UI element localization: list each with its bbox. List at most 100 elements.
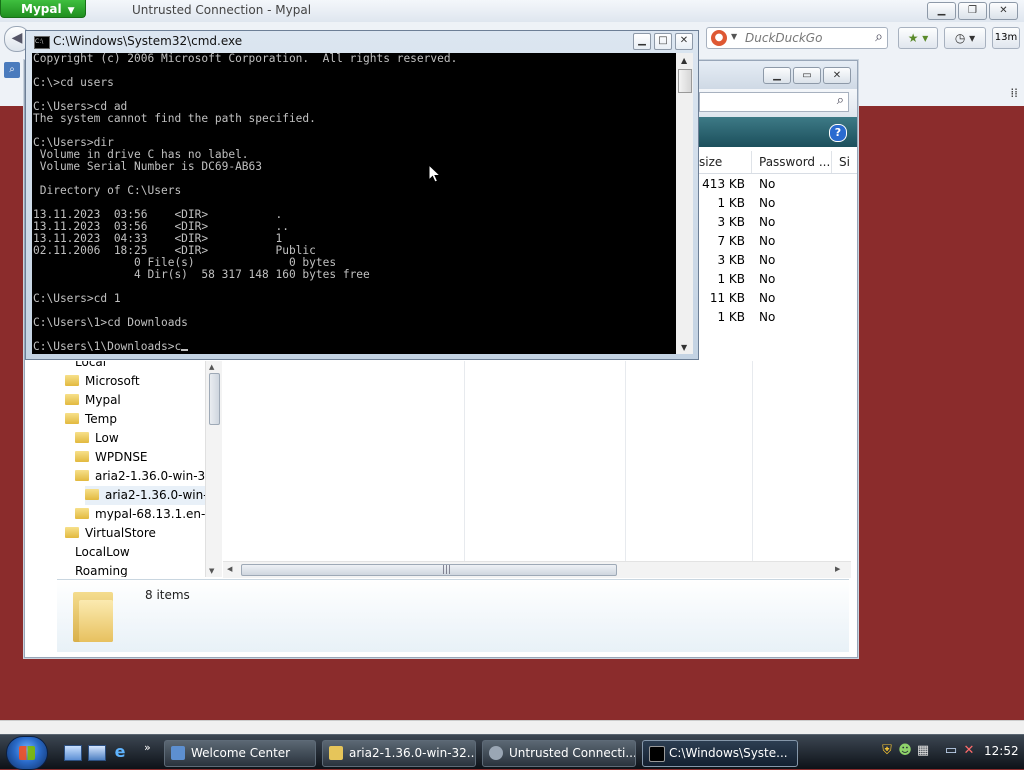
search-icon[interactable]: ⌕ [875, 29, 883, 45]
window-icon [171, 746, 185, 760]
internet-explorer-icon[interactable]: e [112, 744, 128, 760]
cmd-icon [649, 746, 665, 762]
help-icon[interactable]: ? [829, 124, 847, 142]
folder-icon [329, 746, 343, 760]
cmd-window-controls: ▁ □ ✕ [633, 33, 693, 50]
text-cursor [181, 349, 189, 351]
minimize-button[interactable]: ▁ [763, 67, 791, 84]
scroll-left-icon[interactable]: ◀ [227, 565, 232, 573]
grid-icon[interactable]: ⁞⁞ [1010, 86, 1018, 100]
history-button[interactable]: ◷ ▾ [944, 27, 986, 49]
nav-label: Local [75, 361, 107, 369]
column-size[interactable]: size [699, 155, 722, 169]
close-button[interactable]: ✕ [989, 2, 1018, 20]
scrollbar-thumb[interactable] [209, 373, 220, 425]
file-password: No [759, 196, 776, 210]
details-pane: 8 items [57, 579, 849, 652]
close-button[interactable]: ✕ [823, 67, 851, 84]
nav-item-microsoft[interactable]: Microsoft [65, 372, 140, 391]
show-desktop-icon[interactable] [64, 745, 82, 761]
clock[interactable]: 12:52 [984, 744, 1019, 758]
nav-item-local[interactable]: Local [75, 361, 106, 372]
nav-label: Low [95, 431, 119, 445]
file-password: No [759, 234, 776, 248]
task-mypal[interactable]: Untrusted Connecti... [482, 740, 636, 767]
bookmarks-button[interactable]: ★ ▾ [898, 27, 938, 49]
cmd-scrollbar[interactable]: ▲ ▼ [676, 53, 693, 354]
network-icon[interactable]: ▦ [916, 744, 930, 758]
nav-item-roaming[interactable]: Roaming [75, 562, 128, 577]
minimize-button[interactable]: ▁ [927, 2, 956, 20]
nav-item-mypal-installer[interactable]: mypal-68.13.1.en-US [75, 505, 205, 524]
scrollbar-thumb[interactable] [678, 69, 692, 93]
column-separator[interactable] [751, 151, 752, 173]
column-password[interactable]: Password ... [759, 155, 830, 169]
nav-item-low[interactable]: Low [75, 429, 119, 448]
quick-launch-more[interactable]: » [144, 741, 151, 755]
nav-item-temp[interactable]: Temp [65, 410, 117, 429]
shield-icon[interactable]: ⛨ [880, 744, 894, 758]
console-output: Copyright (c) 2006 Microsoft Corporation… [33, 53, 457, 353]
scroll-up-icon[interactable]: ▲ [209, 363, 214, 371]
folder-icon [65, 375, 79, 386]
nav-item-virtualstore[interactable]: VirtualStore [65, 524, 156, 543]
switch-windows-icon[interactable] [88, 745, 106, 761]
task-label: aria2-1.36.0-win-32... [349, 746, 476, 760]
start-button[interactable] [6, 736, 48, 770]
task-cmd[interactable]: C:\Windows\Syste... [642, 740, 798, 767]
column-gridline [752, 361, 753, 561]
duckduckgo-icon[interactable]: ● [711, 30, 727, 46]
maximize-button[interactable]: □ [654, 33, 672, 50]
browser-window-controls: ▁ ❐ ✕ [927, 2, 1018, 20]
column-si[interactable]: Si [839, 155, 850, 169]
column-separator[interactable] [831, 151, 832, 173]
cmd-window: C:\ C:\Windows\System32\cmd.exe ▁ □ ✕ Co… [25, 30, 699, 360]
task-aria2-folder[interactable]: aria2-1.36.0-win-32... [322, 740, 476, 767]
scroll-down-icon[interactable]: ▼ [209, 567, 214, 575]
folder-icon [65, 394, 79, 405]
cmd-console[interactable]: Copyright (c) 2006 Microsoft Corporation… [32, 53, 676, 354]
task-welcome-center[interactable]: Welcome Center [164, 740, 316, 767]
nav-label: Microsoft [85, 374, 140, 388]
nav-label: LocalLow [75, 545, 130, 559]
explorer-search-input[interactable]: ⌕ [699, 92, 849, 112]
scroll-up-icon[interactable]: ▲ [681, 56, 687, 65]
windows-logo-icon [19, 746, 35, 760]
cmd-icon[interactable]: C:\ [34, 36, 50, 49]
users-icon[interactable]: ☻ [898, 744, 912, 758]
search-engine-box[interactable]: ● ▼ DuckDuckGo ⌕ [706, 27, 888, 49]
search-icon[interactable]: ⌕ [837, 93, 844, 108]
nav-scrollbar[interactable]: ▲ ▼ [205, 361, 222, 577]
scrollbar-thumb[interactable]: ||| [241, 564, 617, 576]
close-button[interactable]: ✕ [675, 33, 693, 50]
volume-muted-icon[interactable]: ✕ [962, 744, 976, 758]
console-text: Copyright (c) 2006 Microsoft Corporation… [33, 53, 458, 353]
nav-item-aria2-32b[interactable]: aria2-1.36.0-win-32b [75, 467, 205, 486]
file-password: No [759, 272, 776, 286]
task-label: Untrusted Connecti... [509, 746, 636, 760]
nav-item-locallow[interactable]: LocalLow [75, 543, 130, 562]
scroll-right-icon[interactable]: ▶ [835, 565, 840, 573]
maximize-button[interactable]: ▭ [793, 67, 821, 84]
nav-item-mypal[interactable]: Mypal [65, 391, 121, 410]
taskbar: e » Welcome Center aria2-1.36.0-win-32..… [0, 734, 1024, 770]
restore-button[interactable]: ❐ [958, 2, 987, 20]
time-button[interactable]: 13m [992, 27, 1020, 49]
folder-icon [85, 489, 99, 500]
folder-icon [73, 586, 113, 642]
cmd-titlebar[interactable]: C:\ C:\Windows\System32\cmd.exe ▁ □ ✕ [26, 31, 698, 53]
horizontal-scrollbar[interactable]: ◀ ||| ▶ [223, 561, 851, 578]
nav-label: Roaming [75, 564, 128, 577]
monitor-icon[interactable]: ▭ [944, 744, 958, 758]
app-menu-button[interactable]: Mypal ▼ [0, 0, 86, 18]
nav-item-wpdnse[interactable]: WPDNSE [75, 448, 148, 467]
nav-item-aria2-32[interactable]: aria2-1.36.0-win-32 [85, 486, 205, 505]
chevron-down-icon[interactable]: ▼ [731, 32, 737, 41]
scroll-down-icon[interactable]: ▼ [681, 343, 687, 352]
file-password: No [759, 253, 776, 267]
minimize-button[interactable]: ▁ [633, 33, 651, 50]
sidebar-icon[interactable]: ⌕ [4, 62, 20, 78]
navigation-pane: Local Microsoft Mypal Temp Low WPDNSE ar… [57, 361, 205, 577]
arrow-left-icon: ◀ [11, 30, 23, 46]
search-placeholder[interactable]: DuckDuckGo [745, 31, 822, 45]
